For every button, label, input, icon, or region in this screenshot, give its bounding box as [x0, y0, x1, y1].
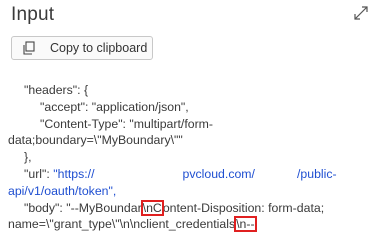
- code-text: "headers": {: [24, 83, 89, 97]
- expand-icon[interactable]: [354, 6, 368, 20]
- code-text: "body": "--MyBoundar: [24, 200, 142, 215]
- copy-to-clipboard-button[interactable]: Copy to clipboard: [11, 36, 153, 60]
- copy-button-label: Copy to clipboard: [50, 41, 148, 55]
- url-value: "https://: [53, 166, 95, 181]
- code-line: "Content-Type": "multipart/form-: [24, 116, 369, 133]
- url-value: api/v1/oauth/token",: [8, 183, 117, 198]
- code-text: name=\"grant_type\"\n\nclient_credential…: [8, 217, 236, 232]
- code-text: data;boundary=\"MyBoundary\"": [8, 133, 183, 148]
- code-text: "accept": "application/json",: [40, 99, 189, 114]
- redacted-region: [94, 166, 183, 179]
- code-line: name=\"grant_type\"\n\nclient_credential…: [8, 216, 369, 233]
- code-text: "Content-Type": "multipart/form-: [40, 116, 214, 131]
- highlight-box: \nC: [140, 199, 164, 216]
- url-value: /public-: [296, 166, 337, 181]
- url-key: "url":: [24, 166, 54, 181]
- code-line: data;boundary=\"MyBoundary\"": [8, 132, 369, 149]
- code-line: },: [24, 149, 369, 166]
- url-value: pvcloud.com/: [182, 166, 255, 181]
- code-block: "headers": { "accept": "application/json…: [8, 82, 369, 233]
- copy-icon: [22, 41, 36, 55]
- code-text: ontent-Disposition: form-data;: [162, 200, 325, 215]
- code-line: "accept": "application/json",: [24, 99, 369, 116]
- code-line: "url": "https:// pvcloud.com/ /public-: [24, 166, 369, 183]
- code-text: },: [24, 150, 32, 165]
- highlight-box: \n--: [234, 216, 257, 233]
- redacted-region: [254, 166, 297, 179]
- panel-title: Input: [11, 4, 55, 25]
- code-line: "body": "--MyBoundar\nContent-Dispositio…: [24, 199, 369, 217]
- code-line: "headers": {: [24, 82, 369, 99]
- code-line: api/v1/oauth/token",: [8, 183, 369, 200]
